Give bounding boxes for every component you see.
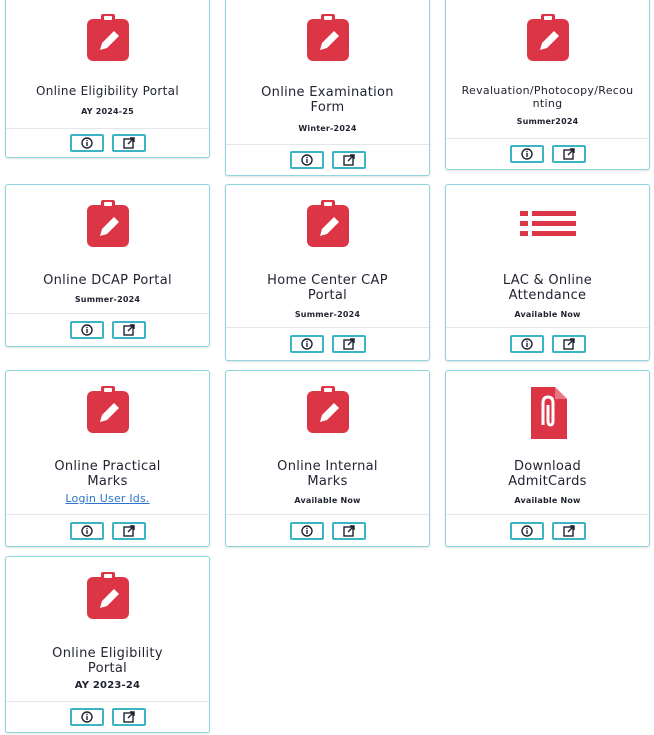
card-footer [6,128,209,157]
clipboard-pencil-icon [6,571,209,621]
card-footer [6,701,209,732]
external-link-icon [342,524,355,537]
card-subtitle: Summer-2024 [74,295,141,304]
card-subtitle: AY 2023-24 [74,680,141,691]
clipboard-pencil-icon [226,13,429,63]
card-footer [226,144,429,175]
card-subtitle: Winter-2024 [298,124,357,133]
info-icon [300,338,313,350]
card-footer [446,138,649,169]
card-footer [6,313,209,346]
info-icon [80,524,93,537]
info-icon [300,524,313,537]
open-link-button[interactable] [331,151,366,169]
external-link-icon [342,154,355,166]
info-icon [520,524,533,537]
info-icon [80,711,93,723]
external-link-icon [342,338,355,350]
clipboard-pencil-icon [6,13,209,63]
info-button[interactable] [289,151,324,169]
open-link-button[interactable] [111,708,146,726]
clipboard-pencil-icon [226,385,429,435]
external-link-icon [562,338,575,350]
card-subtitle: Available Now [294,496,361,505]
card-online-practical-marks: Online Practical Marks Login User Ids. [5,370,210,547]
clipboard-pencil-icon [6,385,209,435]
external-link-icon [122,711,135,723]
clipboard-pencil-icon [446,13,649,63]
card-title: Online Practical Marks [54,459,161,489]
card-footer [226,514,429,546]
card-title: Online Examination Form [261,85,394,115]
open-link-button[interactable] [111,321,146,339]
card-subtitle: Summer-2024 [294,310,361,319]
list-icon [446,199,649,249]
card-online-eligibility-portal-2023: Online Eligibility Portal AY 2023-24 [5,556,210,733]
info-button[interactable] [289,521,324,540]
info-icon [300,154,313,166]
info-button[interactable] [509,335,544,353]
open-link-button[interactable] [111,134,146,152]
open-link-button[interactable] [331,521,366,540]
open-link-button[interactable] [551,145,586,163]
external-link-icon [562,148,575,160]
info-button[interactable] [509,145,544,163]
card-subtitle: Available Now [514,496,581,505]
external-link-icon [122,324,135,336]
card-online-examination-form: Online Examination Form Winter-2024 [225,0,430,176]
card-title: Online Eligibility Portal [36,84,179,98]
info-button[interactable] [289,335,324,353]
card-online-internal-marks: Online Internal Marks Available Now [225,370,430,547]
card-lac-online-attendance: LAC & Online Attendance Available Now [445,184,650,361]
info-button[interactable] [69,134,104,152]
card-footer [446,514,649,546]
info-icon [520,338,533,350]
external-link-icon [562,524,575,537]
login-user-ids-link[interactable]: Login User Ids. [12,492,203,505]
card-download-admitcards: Download AdmitCards Available Now [445,370,650,547]
clipboard-pencil-icon [6,199,209,249]
external-link-icon [122,524,135,537]
open-link-button[interactable] [551,521,586,540]
card-title: Online Internal Marks [277,459,378,489]
info-button[interactable] [509,521,544,540]
info-button[interactable] [69,321,104,339]
card-online-eligibility-portal-2024: Online Eligibility Portal AY 2024-25 [5,0,210,158]
card-footer [6,514,209,546]
file-attachment-icon [446,385,649,439]
card-title: LAC & Online Attendance [502,273,593,303]
info-button[interactable] [69,521,104,540]
card-subtitle: Available Now [514,310,581,319]
card-footer [446,327,649,360]
info-icon [80,324,93,336]
external-link-icon [122,137,135,149]
card-online-dcap-portal: Online DCAP Portal Summer-2024 [5,184,210,347]
info-icon [80,137,93,149]
card-title: Home Center CAP Portal [267,273,388,303]
card-revaluation-photocopy-recounting: Revaluation/Photocopy/Recounting Summer2… [445,0,650,170]
card-subtitle: AY 2024-25 [81,107,134,116]
card-footer [226,327,429,360]
card-title: Online Eligibility Portal [52,646,163,676]
card-home-center-cap-portal: Home Center CAP Portal Summer-2024 [225,184,430,361]
card-title: Revaluation/Photocopy/Recounting [461,84,634,110]
info-icon [520,148,533,160]
card-title: Download AdmitCards [508,459,587,489]
open-link-button[interactable] [111,521,146,540]
clipboard-pencil-icon [226,199,429,249]
open-link-button[interactable] [551,335,586,353]
info-button[interactable] [69,708,104,726]
open-link-button[interactable] [331,335,366,353]
card-subtitle: Summer2024 [516,117,579,126]
card-title: Online DCAP Portal [43,273,172,288]
